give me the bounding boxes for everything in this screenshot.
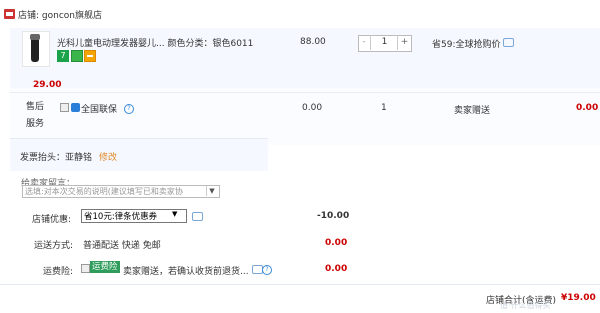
divider [0,284,600,285]
shop-icon [4,9,15,19]
quantity-minus-button[interactable]: - [358,35,371,50]
item-subtotal: 29.00 [33,80,62,90]
shipping-value: 0.00 [325,238,348,248]
chevron-down-icon[interactable]: ▼ [206,186,217,196]
service-checkbox[interactable] [60,103,69,112]
shipping-method: 普通配送 快递 免邮 [83,241,161,251]
national-warranty: 全国联保 [81,105,118,115]
invoice-title: 发票抬头：亚静铭 [20,153,93,163]
help-icon[interactable]: ? [262,265,272,275]
credit-card-icon [84,50,96,62]
product-title[interactable]: 光科儿童电动理发器婴儿... 颜色分类：银色6011 [57,36,253,49]
unit-price: 88.00 [300,37,326,47]
quantity-plus-button[interactable]: + [397,35,411,50]
shop-name[interactable]: 店铺: goncon旗舰店 [18,8,102,21]
chat-icon[interactable] [192,212,203,221]
insurance-checkbox[interactable] [81,264,90,273]
insurance-text: 卖家赠送，若确认收货前退货... [123,267,249,277]
clipper-head-image [30,34,40,40]
guarantee-icon [71,50,83,62]
insurance-value: 0.00 [325,264,348,274]
promo-text: 省59:全球抢购价 [432,40,501,50]
divider [10,92,600,93]
invoice-edit-link[interactable]: 修改 [99,150,117,163]
shield-icon [71,103,80,112]
help-icon[interactable]: ? [124,104,134,114]
insurance-label: 运费险: [43,267,74,277]
message-placeholder: 选填:对本次交易的说明(建议填写已和卖家协 [25,187,183,196]
seller-gift-label: 卖家赠送 [454,106,491,116]
discount-selected: 省10元:律条优惠券 [84,212,158,222]
insurance-tag: 运费险 [90,261,120,273]
service-label: 售后服务 [26,102,45,129]
service-total: 0.00 [576,103,599,113]
discount-label: 店铺优惠: [32,215,72,225]
discount-value: -10.00 [317,211,350,221]
chat-icon[interactable] [503,38,514,47]
shipping-label: 运送方式: [34,241,74,251]
seven-day-return-badge: 7 [57,50,69,62]
quantity-input[interactable]: 1 [372,35,397,50]
service-price: 0.00 [302,103,323,113]
chevron-down-icon[interactable]: ▼ [172,210,177,218]
service-count: 1 [381,103,387,113]
shop-total-value: ¥19.00 [561,293,596,303]
watermark: 值·什么值得买 [500,301,551,310]
